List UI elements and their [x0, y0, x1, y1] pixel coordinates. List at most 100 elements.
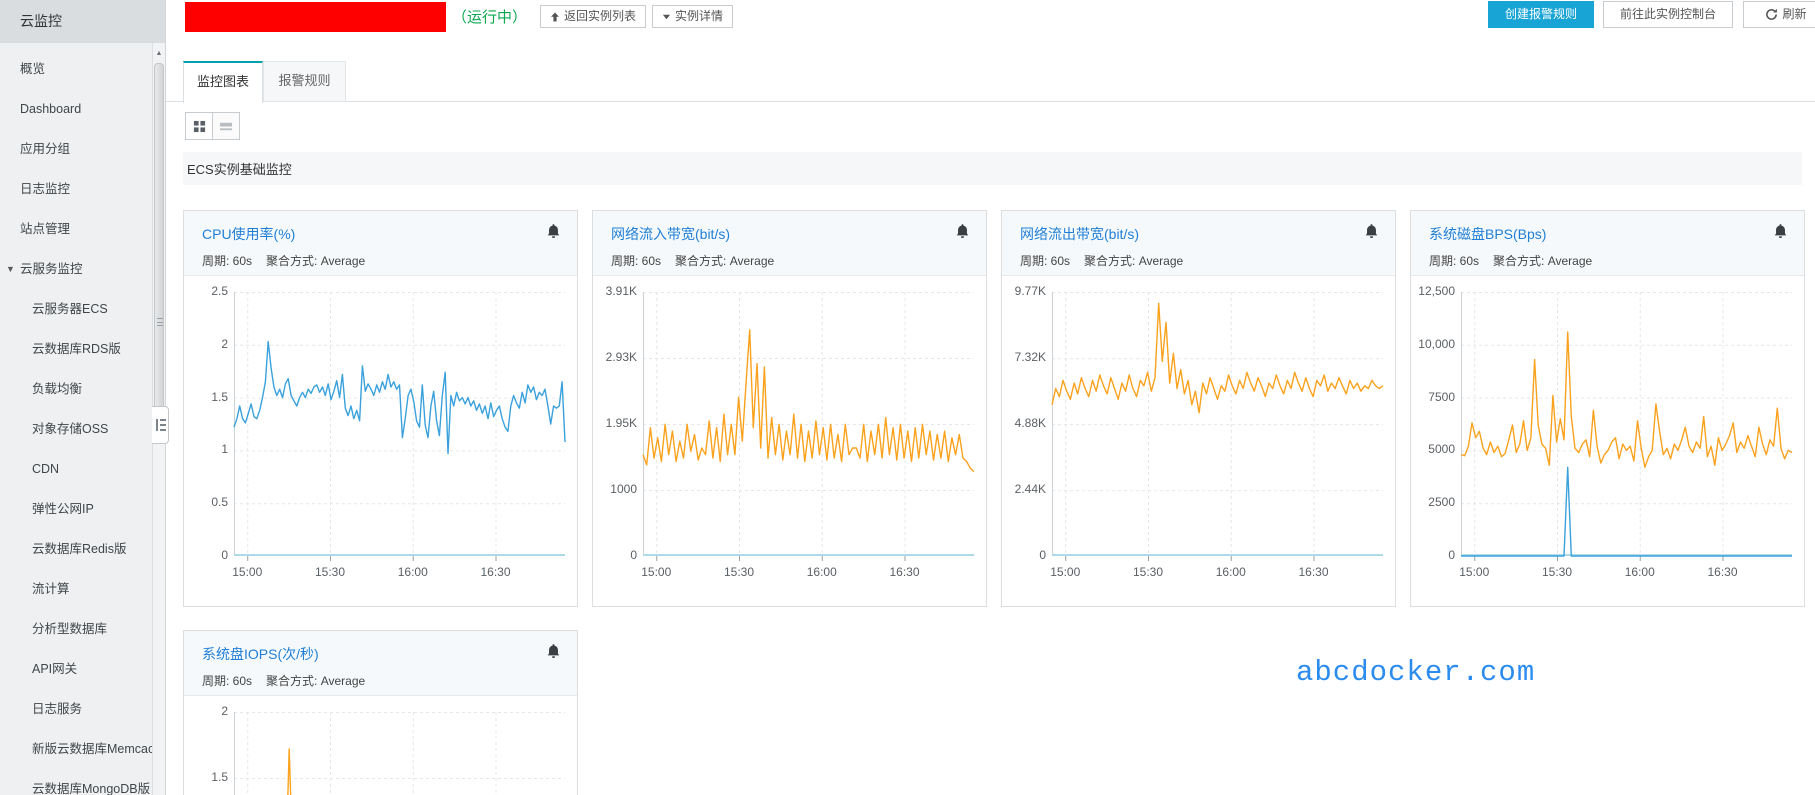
refresh-icon	[1766, 8, 1778, 20]
bell-icon[interactable]	[545, 643, 563, 661]
chart-plot	[233, 292, 566, 561]
chevron-down-icon	[662, 14, 671, 20]
chart-aggregation-label: 聚合方式: Average	[675, 254, 775, 268]
instance-detail-button[interactable]: 实例详情	[652, 5, 734, 28]
y-axis-label: 0	[1448, 548, 1455, 562]
tab-bar: 监控图表 报警规则	[166, 61, 1815, 103]
bell-icon[interactable]	[954, 223, 972, 241]
chart-plot-area: 9.77K 7.32K 4.88K 2.44K 0 15:00 15:30 16:00 16:3…	[1002, 276, 1395, 606]
chart-subtitle: 周期: 60s 聚合方式: Average	[1020, 252, 1379, 269]
sidebar-nav: 概览 Dashboard 应用分组 日志监控 站点管理 ▼ 云服务监控 云服务器ECS 云数据库…	[0, 43, 152, 795]
sidebar-item-15[interactable]: API网关	[0, 649, 152, 689]
chart-subtitle: 周期: 60s 聚合方式: Average	[611, 252, 970, 269]
grid-view-icon	[193, 120, 205, 132]
sidebar: 云监控 概览 Dashboard 应用分组 日志监控 站点管理 ▼ 云服务监控 云服务器ECS…	[0, 0, 169, 795]
chart-title[interactable]: 系统盘IOPS(次/秒)	[202, 644, 561, 664]
y-axis-label: 0	[1039, 548, 1046, 562]
chart-period-label: 周期: 60s	[1020, 254, 1071, 268]
sidebar-item-13[interactable]: 流计算	[0, 569, 152, 609]
x-axis-label: 16:30	[889, 565, 920, 579]
chart-title[interactable]: 网络流出带宽(bit/s)	[1020, 224, 1379, 244]
chart-card-2: 网络流出带宽(bit/s) 周期: 60s 聚合方式: Average 9.77…	[1001, 210, 1396, 607]
y-axis-label: 10,000	[1418, 336, 1455, 351]
x-axis-label: 15:30	[1541, 565, 1572, 579]
sidebar-item-0[interactable]: 概览	[0, 49, 152, 89]
chart-card-1: 网络流入带宽(bit/s) 周期: 60s 聚合方式: Average 3.91…	[592, 210, 987, 607]
collapse-icon	[155, 419, 166, 431]
sidebar-collapse-handle[interactable]	[152, 406, 169, 444]
chart-plot-area: 21.510.5015:0015:3016:0016:30	[184, 696, 577, 795]
sidebar-item-16[interactable]: 日志服务	[0, 689, 152, 729]
series-line	[287, 748, 292, 795]
chart-subtitle: 周期: 60s 聚合方式: Average	[202, 252, 561, 269]
create-alarm-rule-button[interactable]: 创建报警规则	[1488, 1, 1594, 28]
chart-plot-area: 2.5 2 1.5 1 0.5 0 15:00 15:30 16:00 16:30	[184, 276, 577, 606]
list-view-button[interactable]	[212, 112, 240, 140]
bell-icon[interactable]	[1772, 223, 1790, 241]
up-arrow-icon	[551, 12, 559, 21]
tab-monitor-charts[interactable]: 监控图表	[183, 61, 263, 103]
refresh-button[interactable]: 刷新	[1743, 1, 1815, 28]
sidebar-item-6[interactable]: 云服务器ECS	[0, 289, 152, 329]
sidebar-item-12[interactable]: 云数据库Redis版	[0, 529, 152, 569]
goto-instance-console-button[interactable]: 前往此实例控制台	[1603, 1, 1733, 28]
y-axis-label: 2.44K	[1014, 482, 1046, 497]
y-axis-label: 0	[221, 548, 228, 562]
sidebar-item-10[interactable]: CDN	[0, 449, 152, 489]
series-line	[1460, 331, 1793, 469]
sidebar-item-7[interactable]: 云数据库RDS版	[0, 329, 152, 369]
sidebar-item-11[interactable]: 弹性公网IP	[0, 489, 152, 529]
series-line	[1461, 466, 1792, 557]
scrollbar-thumb[interactable]	[154, 63, 164, 443]
sidebar-item-2[interactable]: 应用分组	[0, 129, 152, 169]
back-to-instance-list-button[interactable]: 返回实例列表	[540, 5, 647, 28]
chart-subtitle: 周期: 60s 聚合方式: Average	[202, 672, 561, 689]
bell-icon[interactable]	[545, 223, 563, 241]
bell-icon[interactable]	[1363, 223, 1381, 241]
section-header: ECS实例基础监控	[183, 152, 1802, 185]
chart-plot	[1051, 292, 1384, 561]
chart-plot	[642, 292, 975, 561]
sidebar-item-4[interactable]: 站点管理	[0, 209, 152, 249]
x-axis-label: 16:30	[1707, 565, 1738, 579]
sidebar-item-3[interactable]: 日志监控	[0, 169, 152, 209]
x-axis-label: 16:00	[806, 565, 837, 579]
x-axis-label: 15:30	[723, 565, 754, 579]
grid-view-button[interactable]	[185, 112, 213, 140]
chart-aggregation-label: 聚合方式: Average	[1084, 254, 1184, 268]
x-axis-label: 16:00	[397, 565, 428, 579]
chart-period-label: 周期: 60s	[202, 674, 253, 688]
chart-aggregation-label: 聚合方式: Average	[266, 674, 366, 688]
x-axis-label: 15:00	[232, 565, 263, 579]
sidebar-item-1[interactable]: Dashboard	[0, 89, 152, 129]
sidebar-item-14[interactable]: 分析型数据库	[0, 609, 152, 649]
sidebar-item-18[interactable]: 云数据库MongoDB版	[0, 769, 152, 795]
chart-title[interactable]: 系统磁盘BPS(Bps)	[1429, 224, 1788, 244]
chart-subtitle: 周期: 60s 聚合方式: Average	[1429, 252, 1788, 269]
chart-title[interactable]: CPU使用率(%)	[202, 224, 561, 244]
series-line	[1051, 302, 1384, 414]
sidebar-item-8[interactable]: 负载均衡	[0, 369, 152, 409]
list-view-icon	[219, 122, 233, 130]
sidebar-item-5[interactable]: ▼ 云服务监控	[0, 249, 152, 289]
chart-title[interactable]: 网络流入带宽(bit/s)	[611, 224, 970, 244]
y-axis-label: 2.5	[211, 284, 228, 298]
chart-plot	[234, 712, 565, 795]
scroll-up-icon[interactable]: ▲	[153, 47, 165, 61]
x-axis-label: 15:30	[1132, 565, 1163, 579]
chart-period-label: 周期: 60s	[611, 254, 662, 268]
thumb-grip-icon	[157, 318, 163, 326]
chart-period-label: 周期: 60s	[1429, 254, 1480, 268]
y-axis-label: 7500	[1428, 389, 1455, 404]
y-axis-label: 5000	[1428, 442, 1455, 457]
chart-card-header: 网络流入带宽(bit/s) 周期: 60s 聚合方式: Average	[593, 211, 986, 276]
y-axis-label: 2	[221, 336, 228, 351]
y-axis-label: 1.5	[211, 770, 228, 784]
y-axis-label: 3.91K	[605, 284, 637, 298]
x-axis-label: 15:00	[1459, 565, 1490, 579]
sidebar-item-9[interactable]: 对象存储OSS	[0, 409, 152, 449]
chart-card-header: 系统磁盘BPS(Bps) 周期: 60s 聚合方式: Average	[1411, 211, 1804, 276]
y-axis-label: 1.5	[211, 389, 228, 404]
tab-alarm-rules[interactable]: 报警规则	[263, 61, 346, 102]
sidebar-item-17[interactable]: 新版云数据库Memcache	[0, 729, 152, 769]
